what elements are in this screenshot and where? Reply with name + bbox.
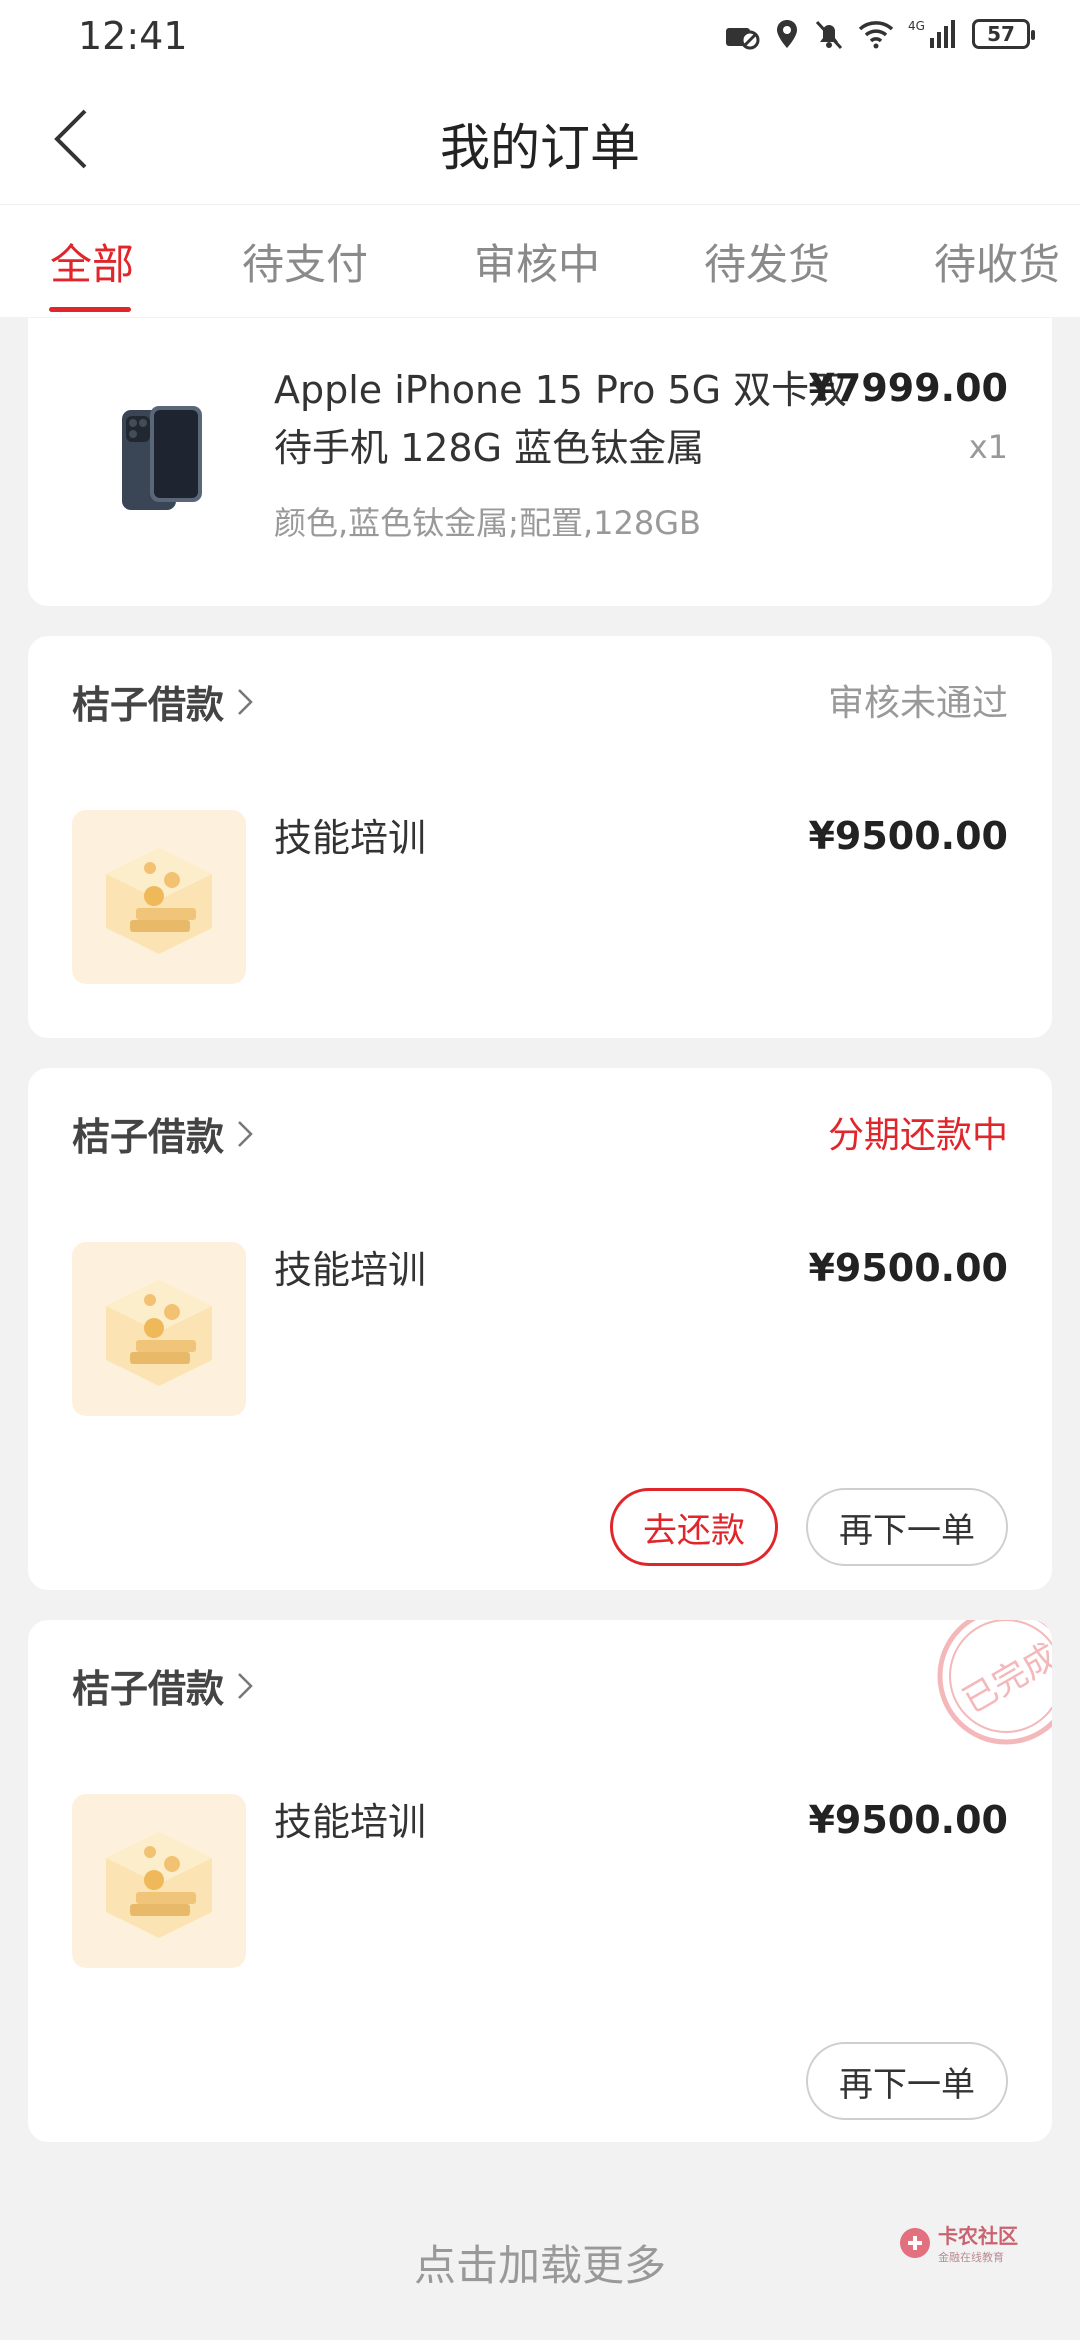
product-name-line1: Apple iPhone 15 Pro 5G 双卡双 — [274, 368, 848, 412]
watermark-subtext: 金融在线教育 — [938, 2251, 1004, 2264]
mute-bell-icon — [815, 20, 843, 50]
status-time: 12:41 — [78, 14, 188, 58]
tab-under-review[interactable]: 审核中 — [474, 231, 600, 292]
tab-pending-receipt[interactable]: 待收货 — [934, 231, 1060, 292]
chevron-right-icon — [238, 1672, 253, 1699]
item-price: ¥9500.00 — [808, 814, 1008, 858]
merchant-link[interactable]: 桔子借款 — [72, 1658, 254, 1713]
page-title: 我的订单 — [440, 119, 640, 177]
merchant-name: 桔子借款 — [72, 1115, 225, 1159]
repay-button[interactable]: 去还款 — [610, 1488, 778, 1566]
completed-stamp-icon: 已完成 — [937, 1620, 1052, 1745]
order-card[interactable]: 桔子借款 分期还款中 技能培训 ¥9500.00 去还款 再下一单 — [28, 1068, 1052, 1590]
merchant-link[interactable]: 桔子借款 — [72, 674, 254, 729]
chevron-right-icon — [238, 688, 253, 715]
item-name: 技能培训 — [274, 816, 427, 860]
product-name-line2: 待手机 128G 蓝色钛金属 — [274, 426, 705, 470]
merchant-name: 桔子借款 — [72, 683, 225, 727]
course-image — [72, 1242, 246, 1416]
signal-4g-icon: 4G — [908, 19, 955, 48]
product-image-iphone — [72, 366, 246, 540]
order-status: 分期还款中 — [827, 1115, 1008, 1156]
battery-icon: 57 — [972, 19, 1035, 49]
location-icon — [777, 20, 797, 48]
item-name: 技能培训 — [274, 1248, 427, 1292]
wifi-icon — [858, 21, 894, 49]
vpn-icon — [726, 28, 760, 50]
item-price: ¥9500.00 — [808, 1246, 1008, 1290]
reorder-button[interactable]: 再下一单 — [806, 1488, 1008, 1566]
watermark-logo-icon — [900, 2227, 930, 2258]
chevron-right-icon — [238, 1120, 253, 1147]
item-name: 技能培训 — [274, 1800, 427, 1844]
watermark: 卡农社区 金融在线教育 — [898, 2220, 1018, 2265]
product-qty: x1 — [968, 428, 1008, 466]
order-card-iphone[interactable]: Apple iPhone 15 Pro 5G 双卡双 待手机 128G 蓝色钛金… — [28, 318, 1052, 606]
status-icons: 4G 57 — [724, 18, 1035, 50]
product-spec: 颜色,蓝色钛金属;配置,128GB — [274, 504, 701, 542]
order-card[interactable]: 桔子借款 审核未通过 技能培训 ¥9500.00 — [28, 636, 1052, 1038]
order-card[interactable]: 桔子借款 已完成 技能培训 ¥9500.00 再下一单 — [28, 1620, 1052, 2142]
merchant-link[interactable]: 桔子借款 — [72, 1106, 254, 1161]
merchant-name: 桔子借款 — [72, 1667, 225, 1711]
reorder-button[interactable]: 再下一单 — [806, 2042, 1008, 2120]
order-tabs: 全部 待支付 审核中 待发货 待收货 — [0, 205, 1080, 317]
tab-all[interactable]: 全部 — [50, 231, 134, 292]
status-bar: 12:41 4G 57 — [0, 0, 1080, 76]
order-status: 审核未通过 — [827, 683, 1008, 724]
course-image — [72, 1794, 246, 1968]
svg-text:4G: 4G — [908, 19, 925, 33]
header-bar: 我的订单 — [0, 76, 1080, 205]
product-price: ¥7999.00 — [808, 366, 1008, 410]
item-price: ¥9500.00 — [808, 1798, 1008, 1842]
watermark-text: 卡农社区 — [938, 2224, 1018, 2248]
course-image — [72, 810, 246, 984]
active-tab-indicator — [49, 307, 131, 312]
stamp-text: 已完成 — [956, 1636, 1052, 1722]
tab-pending-shipment[interactable]: 待发货 — [704, 231, 830, 292]
tab-pending-payment[interactable]: 待支付 — [242, 231, 368, 292]
